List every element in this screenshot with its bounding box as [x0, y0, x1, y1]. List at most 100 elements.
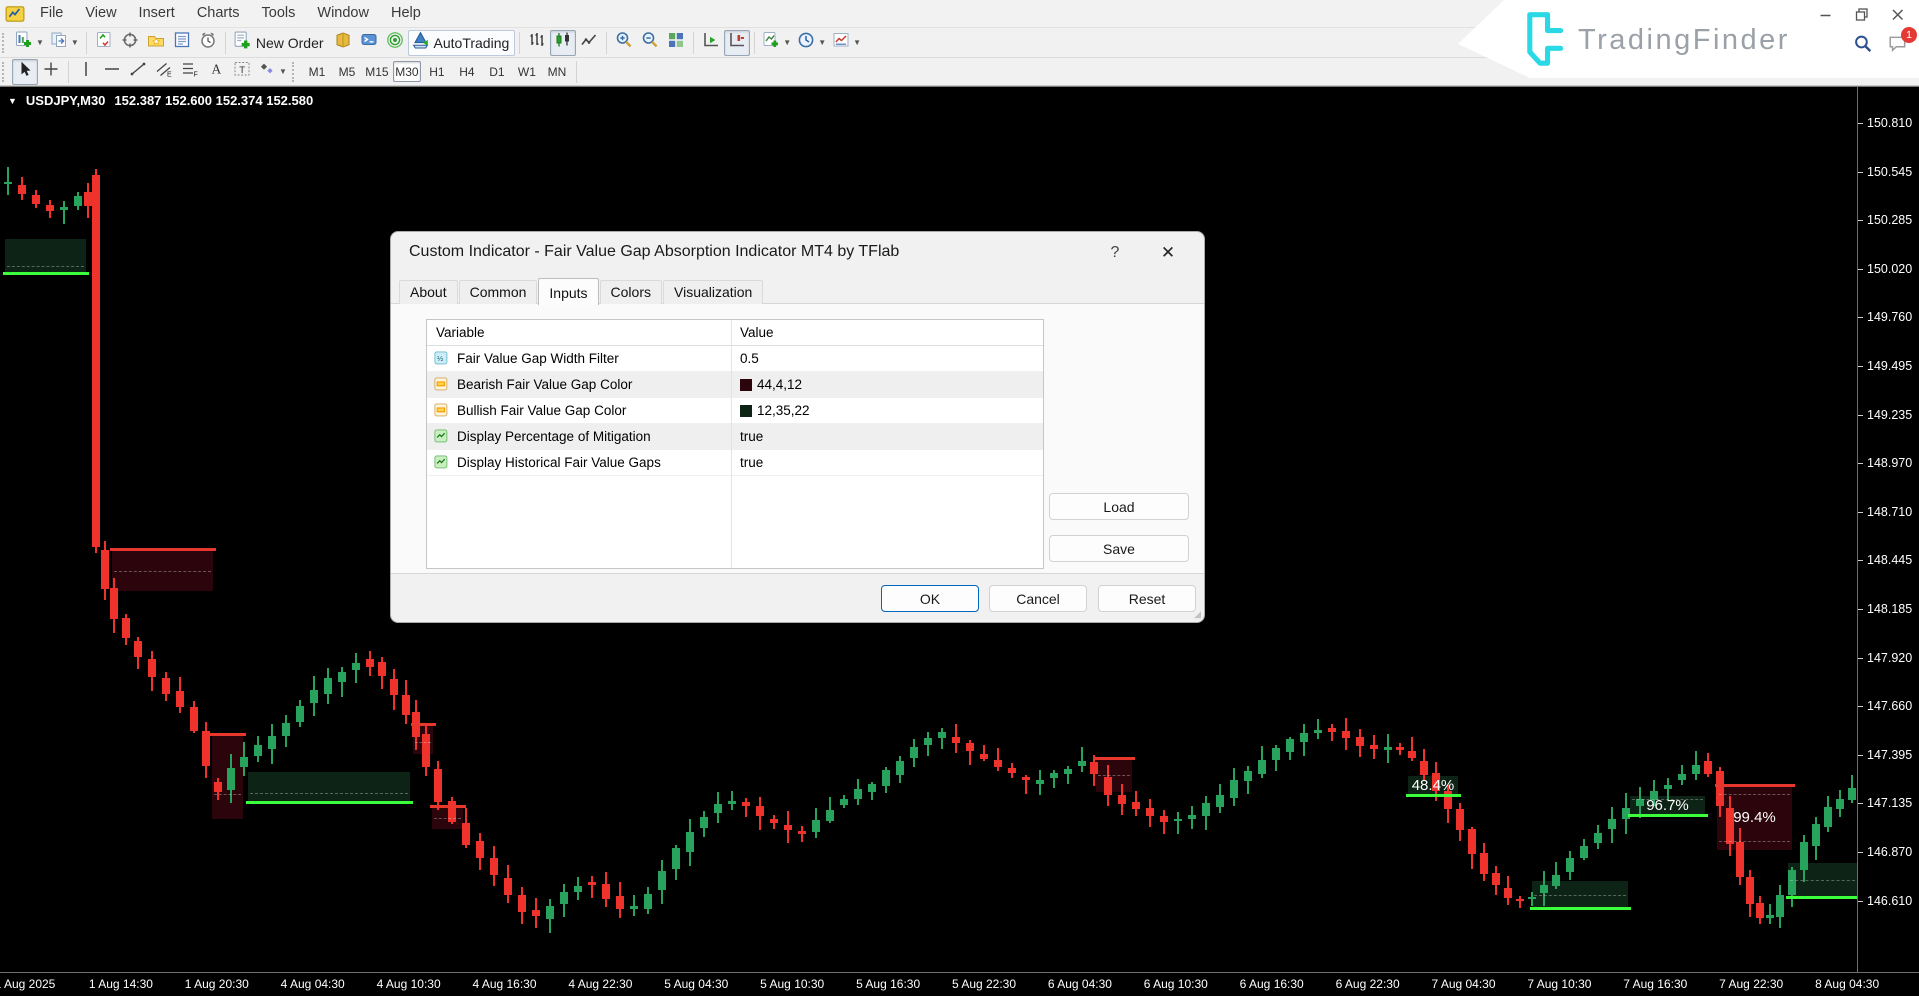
fibo-button[interactable]: F [177, 59, 203, 85]
dropdown-caret-icon[interactable]: ▼ [36, 39, 44, 47]
cursor-button[interactable] [12, 59, 38, 85]
toolbar-grip[interactable] [2, 62, 9, 82]
text-button[interactable]: A [203, 59, 229, 85]
row-value-cell[interactable]: 0.5 [731, 351, 759, 366]
channel-button[interactable]: E [151, 59, 177, 85]
tab-about[interactable]: About [399, 280, 458, 304]
book-button[interactable] [330, 30, 356, 56]
timeframe-h1[interactable]: H1 [423, 61, 451, 82]
table-row[interactable]: Bearish Fair Value Gap Color44,4,12 [427, 372, 1043, 398]
menu-item-insert[interactable]: Insert [128, 0, 186, 27]
hline-button[interactable] [99, 59, 125, 85]
toolbar-separator [86, 32, 87, 54]
target-button[interactable] [117, 30, 143, 56]
bars-button[interactable] [524, 30, 550, 56]
new-order-button[interactable]: New Order [230, 30, 330, 56]
reset-button[interactable]: Reset [1098, 585, 1196, 612]
dropdown-caret-icon[interactable]: ▼ [783, 39, 791, 47]
toolbar-grip[interactable] [2, 33, 9, 53]
tab-visualization[interactable]: Visualization [663, 280, 763, 304]
timeframe-m15[interactable]: M15 [363, 61, 391, 82]
crosshair-button[interactable] [38, 59, 64, 85]
new-chart-button[interactable]: ▼ [12, 30, 47, 56]
timeframe-mn[interactable]: MN [543, 61, 571, 82]
toolbar-separator [519, 32, 520, 54]
menu-item-charts[interactable]: Charts [186, 0, 251, 27]
price-scale[interactable]: 150.810150.545150.285150.020149.760149.4… [1857, 86, 1919, 972]
shift-button[interactable] [724, 30, 750, 56]
table-row[interactable]: Display Historical Fair Value Gapstrue [427, 450, 1043, 476]
fvg-mitigation-line [434, 818, 461, 819]
row-value-cell[interactable]: 12,35,22 [731, 403, 810, 418]
signals-button[interactable] [382, 30, 408, 56]
autotrading-button[interactable]: AutoTrading [408, 30, 516, 56]
trendline-button[interactable] [125, 59, 151, 85]
time-label: 8 Aug 04:30 [1815, 977, 1879, 991]
row-value-cell[interactable]: 44,4,12 [731, 377, 802, 392]
menu-item-view[interactable]: View [74, 0, 127, 27]
line-chart-button[interactable] [576, 30, 602, 56]
price-tick [1858, 269, 1863, 270]
candles-button[interactable] [550, 30, 576, 56]
data-window-button[interactable] [169, 30, 195, 56]
price-label: 148.710 [1867, 505, 1912, 519]
menu-item-window[interactable]: Window [306, 0, 380, 27]
dialog-help-button[interactable]: ? [1099, 240, 1131, 266]
chat-icon[interactable]: 1 [1887, 34, 1909, 59]
search-icon[interactable] [1853, 34, 1873, 59]
timeframe-m5[interactable]: M5 [333, 61, 361, 82]
dialog-resize-grip[interactable]: ◢ [1194, 609, 1201, 620]
tab-inputs[interactable]: Inputs [538, 278, 598, 305]
profiles-button[interactable]: ▼ [47, 30, 82, 56]
zoom-in-button[interactable] [611, 30, 637, 56]
dropdown-caret-icon[interactable]: ▼ [853, 39, 861, 47]
save-button[interactable]: Save [1049, 535, 1189, 562]
table-row[interactable]: Bullish Fair Value Gap Color12,35,22 [427, 398, 1043, 424]
table-row[interactable]: Display Percentage of Mitigationtrue [427, 424, 1043, 450]
close-button[interactable] [1889, 6, 1907, 24]
symbols-button[interactable] [91, 30, 117, 56]
new-order-label: New Order [255, 35, 327, 51]
menu-item-help[interactable]: Help [380, 0, 432, 27]
autotrading-icon [411, 31, 430, 55]
load-button[interactable]: Load [1049, 493, 1189, 520]
tiles-button[interactable] [663, 30, 689, 56]
minimize-button[interactable] [1817, 6, 1835, 24]
timeframe-m30[interactable]: M30 [393, 61, 421, 82]
favorites-button[interactable] [143, 30, 169, 56]
indicators-button[interactable]: ▼ [759, 30, 794, 56]
period-button[interactable]: ▼ [794, 30, 829, 56]
tab-common[interactable]: Common [459, 280, 538, 304]
timeframe-m1[interactable]: M1 [303, 61, 331, 82]
dropdown-caret-icon[interactable]: ▼ [71, 39, 79, 47]
autoscroll-button[interactable] [698, 30, 724, 56]
menu-item-tools[interactable]: Tools [251, 0, 307, 27]
cancel-button[interactable]: Cancel [989, 585, 1087, 612]
table-row[interactable]: ½Fair Value Gap Width Filter0.5 [427, 346, 1043, 372]
timeframe-h4[interactable]: H4 [453, 61, 481, 82]
restore-button[interactable] [1853, 6, 1871, 24]
zoom-out-button[interactable] [637, 30, 663, 56]
toolbar-grip[interactable] [292, 62, 299, 82]
profiles-icon [50, 31, 68, 54]
template-button[interactable]: ▼ [829, 30, 864, 56]
symbol-dropdown-icon[interactable]: ▼ [8, 96, 17, 106]
ok-button[interactable]: OK [881, 585, 979, 612]
price-tick [1858, 803, 1863, 804]
timeframe-d1[interactable]: D1 [483, 61, 511, 82]
timeframe-w1[interactable]: W1 [513, 61, 541, 82]
price-label: 147.660 [1867, 699, 1912, 713]
menu-item-file[interactable]: File [29, 0, 74, 27]
time-axis[interactable]: 1 Aug 20251 Aug 14:301 Aug 20:304 Aug 04… [0, 972, 1919, 996]
textbox-button[interactable]: T [229, 59, 255, 85]
dropdown-caret-icon[interactable]: ▼ [279, 68, 287, 76]
vline-button[interactable] [73, 59, 99, 85]
row-value-cell[interactable]: true [731, 429, 763, 444]
dialog-close-button[interactable]: ✕ [1147, 240, 1189, 266]
dropdown-caret-icon[interactable]: ▼ [818, 39, 826, 47]
terminal-button[interactable] [356, 30, 382, 56]
tab-colors[interactable]: Colors [600, 280, 662, 304]
row-value-cell[interactable]: true [731, 455, 763, 470]
alarm-button[interactable] [195, 30, 221, 56]
shapes-button[interactable]: ▼ [255, 59, 290, 85]
